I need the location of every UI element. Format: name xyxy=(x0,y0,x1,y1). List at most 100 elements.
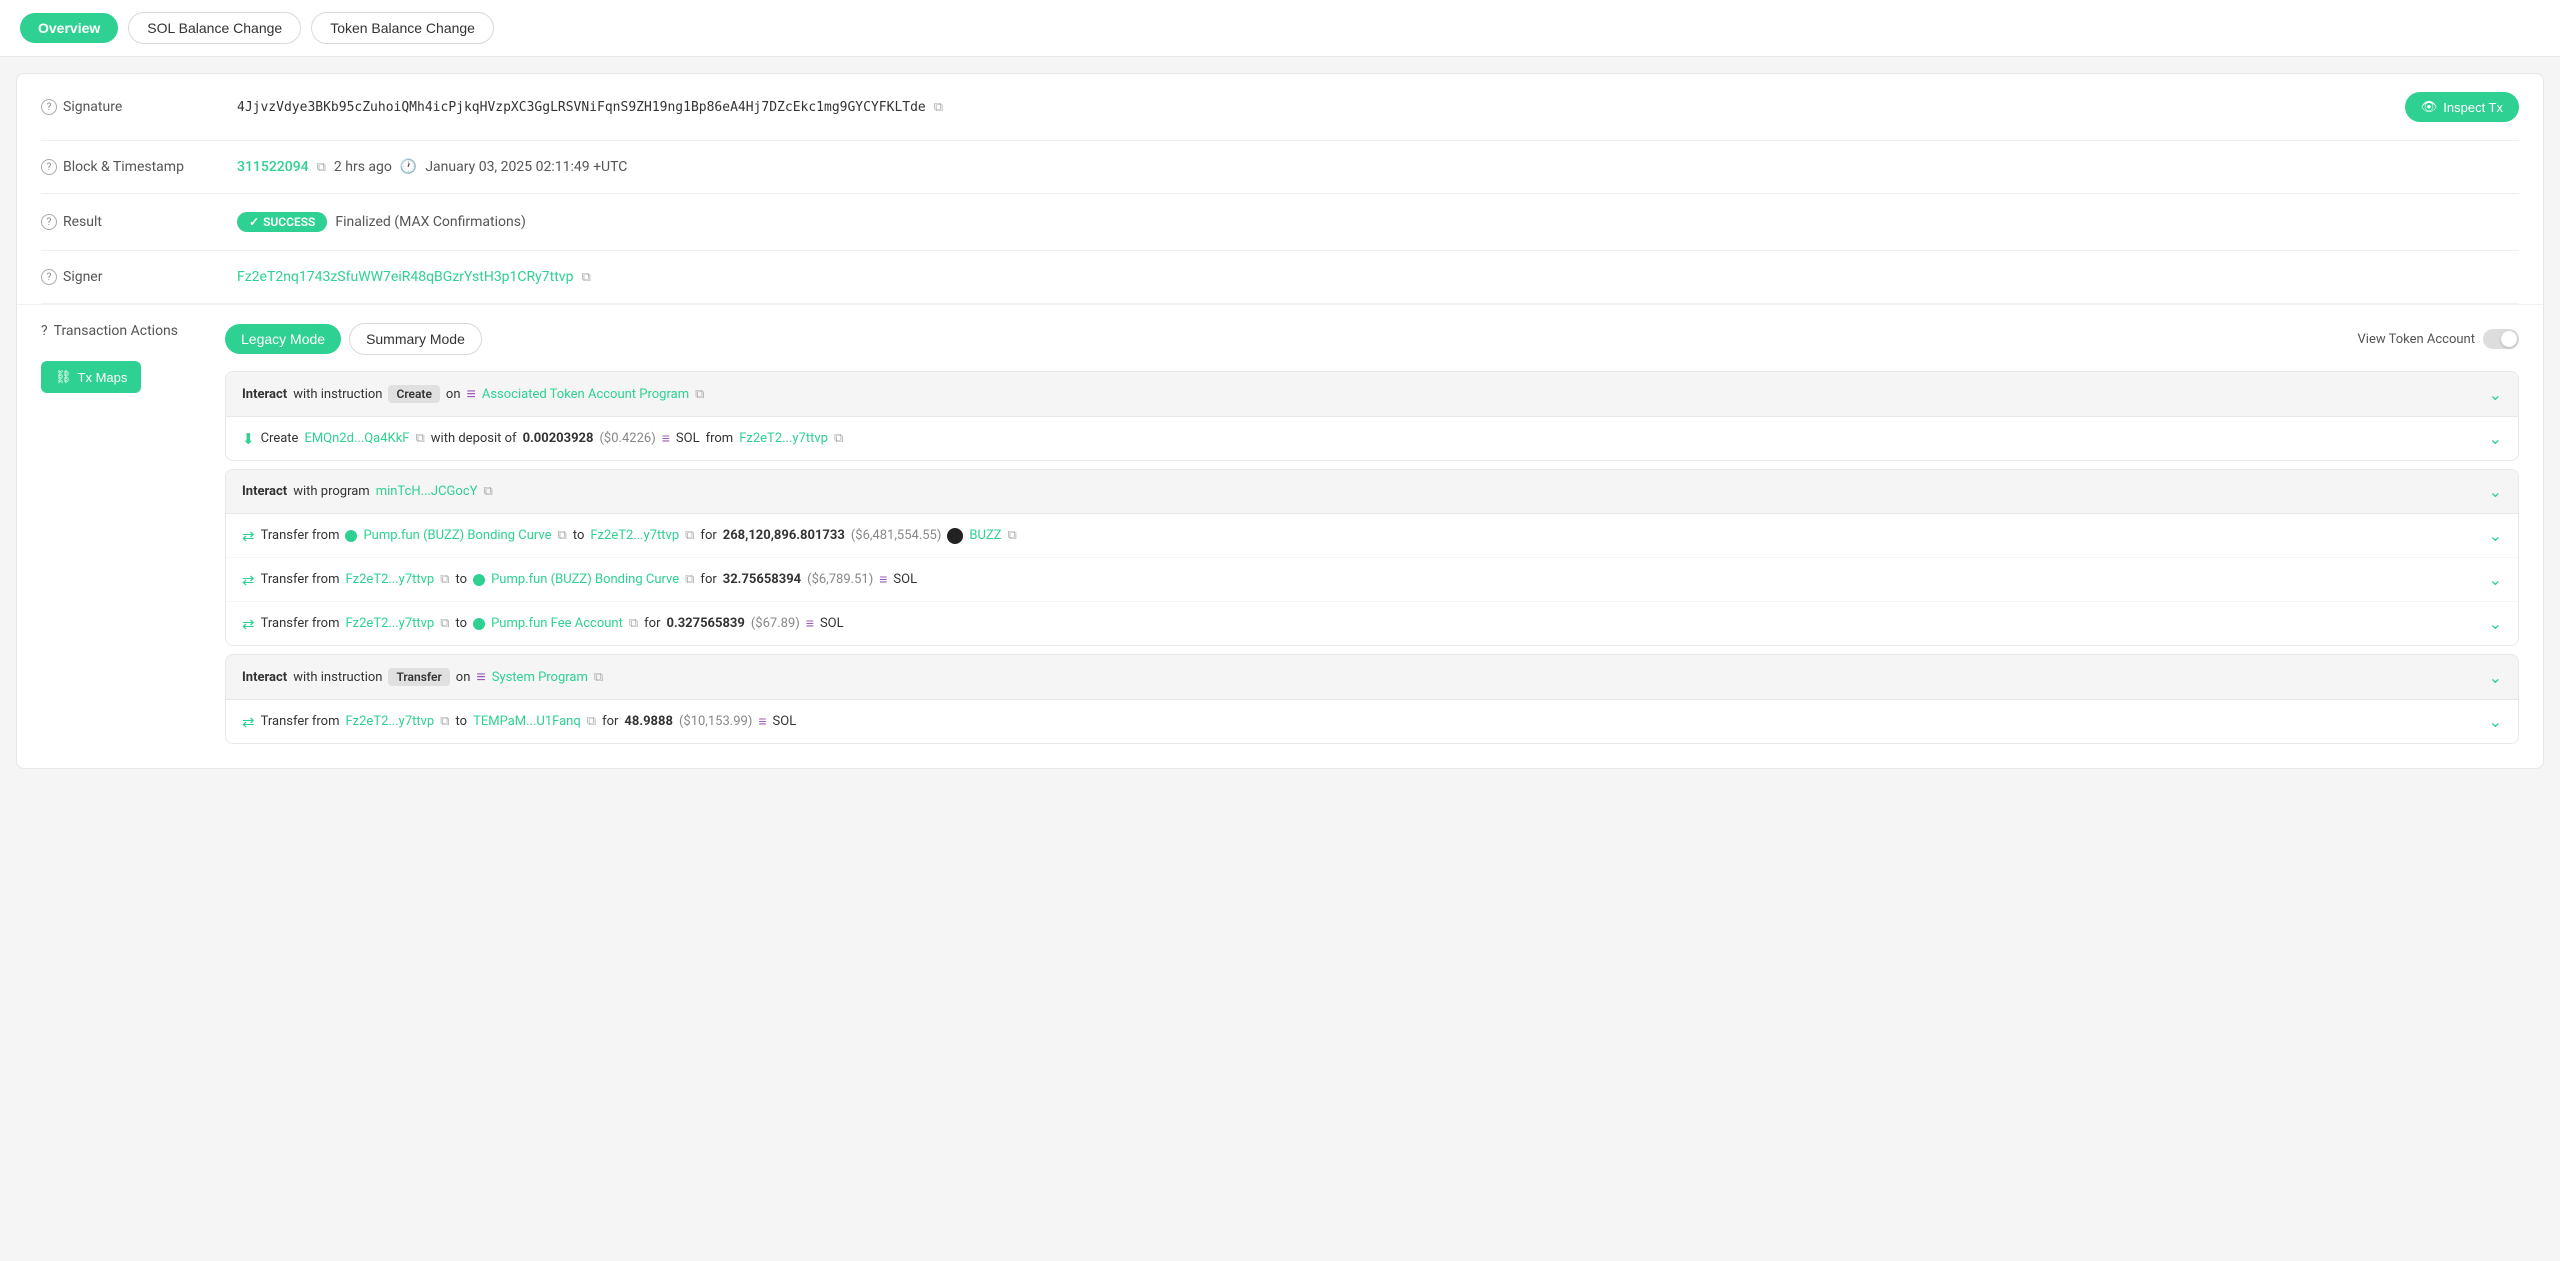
instruction-block-3: Interact with instruction Transfer on ≡ … xyxy=(225,654,2519,744)
success-badge: ✓ SUCCESS xyxy=(237,212,327,232)
block-copy-icon[interactable]: ⧉ xyxy=(317,160,326,175)
summary-mode-button[interactable]: Summary Mode xyxy=(349,323,482,355)
copy-fz2et2-1[interactable]: ⧉ xyxy=(834,431,843,446)
program-copy-1[interactable]: ⧉ xyxy=(695,387,704,402)
with-instruction-text-1: with instruction xyxy=(293,387,382,402)
fz2et2-link-4[interactable]: Fz2eT2...y7ttvp xyxy=(345,616,434,631)
chevron-row-2-3[interactable]: ⌄ xyxy=(2489,614,2502,633)
lines-icon-3: ≡ xyxy=(476,667,485,687)
fz2et2-copy-3[interactable]: ⧉ xyxy=(440,572,449,587)
result-value: ✓ SUCCESS Finalized (MAX Confirmations) xyxy=(237,212,2519,232)
clock-icon: 🕐 xyxy=(400,159,417,175)
chevron-row-3-1[interactable]: ⌄ xyxy=(2489,712,2502,731)
pump-fee-link[interactable]: Pump.fun Fee Account xyxy=(491,616,623,631)
token-balance-tab[interactable]: Token Balance Change xyxy=(311,12,494,44)
chevron-2[interactable]: ⌄ xyxy=(2489,482,2502,501)
instruction-block-2: Interact with program minTcH...JCGocY ⧉ … xyxy=(225,469,2519,646)
fz2et2-link-1[interactable]: Fz2eT2...y7ttvp xyxy=(739,431,828,446)
instruction-row-2-2: ⇄ Transfer from Fz2eT2...y7ttvp ⧉ to Pum… xyxy=(226,558,2518,602)
signer-address-link[interactable]: Fz2eT2nq1743zSfuWW7eiR48qBGzrYstH3p1CRy7… xyxy=(237,269,573,285)
tempa-link[interactable]: TEMPaM...U1Fanq xyxy=(473,714,581,729)
instruction-row-3-1: ⇄ Transfer from Fz2eT2...y7ttvp ⧉ to TEM… xyxy=(226,700,2518,743)
tempa-usd: ($10,153.99) xyxy=(679,714,752,729)
datetime: January 03, 2025 02:11:49 +UTC xyxy=(425,159,627,175)
signer-label: ? Signer xyxy=(41,269,221,285)
buzz-token-link[interactable]: BUZZ xyxy=(969,528,1001,543)
mintch-link[interactable]: minTcH...JCGocY xyxy=(376,484,478,499)
view-token-container: View Token Account xyxy=(2358,329,2519,349)
chevron-row-2-1[interactable]: ⌄ xyxy=(2489,526,2502,545)
fz2et2-link-5[interactable]: Fz2eT2...y7ttvp xyxy=(345,714,434,729)
legacy-mode-button[interactable]: Legacy Mode xyxy=(225,324,341,354)
instruction-block-1: Interact with instruction Create on ≡ As… xyxy=(225,371,2519,461)
transfer-icon-2-1: ⇄ xyxy=(242,527,255,545)
sol-usd-2: ($6,789.51) xyxy=(807,572,873,587)
inspect-tx-button[interactable]: 👁 Inspect Tx xyxy=(2405,92,2519,122)
with-instruction-text-3: with instruction xyxy=(293,670,382,685)
pump-copy-2[interactable]: ⧉ xyxy=(685,572,694,587)
block-number-link[interactable]: 311522094 xyxy=(237,159,309,175)
buzz-icon-1 xyxy=(947,528,963,544)
result-help-icon: ? xyxy=(41,214,57,230)
fz2et2-copy-4[interactable]: ⧉ xyxy=(440,616,449,631)
signature-value: 4JjvzVdye3BKb95cZuhoiQMh4icPjkqHVzpXC3Gg… xyxy=(237,100,2389,115)
create-badge: Create xyxy=(388,385,439,403)
instruction-header-2: Interact with program minTcH...JCGocY ⧉ … xyxy=(226,470,2518,514)
fee-amount: 0.327565839 xyxy=(666,616,744,631)
transfer-icon-3-1: ⇄ xyxy=(242,713,255,731)
fz2et2-link-3[interactable]: Fz2eT2...y7ttvp xyxy=(345,572,434,587)
fee-usd: ($67.89) xyxy=(751,616,800,631)
block-help-icon: ? xyxy=(41,159,57,175)
chevron-1[interactable]: ⌄ xyxy=(2489,385,2502,404)
associated-token-program-link[interactable]: Associated Token Account Program xyxy=(482,387,689,402)
with-program-text: with program xyxy=(293,484,369,499)
system-program-link[interactable]: System Program xyxy=(492,670,588,685)
tempa-copy[interactable]: ⧉ xyxy=(587,714,596,729)
lines-icon-1: ≡ xyxy=(467,384,476,404)
chevron-3[interactable]: ⌄ xyxy=(2489,668,2502,687)
signature-label: ? Signature xyxy=(41,99,221,115)
pump-fee-copy[interactable]: ⧉ xyxy=(629,616,638,631)
tx-actions-help-icon: ? xyxy=(41,323,48,339)
instruction-header-3: Interact with instruction Transfer on ≡ … xyxy=(226,655,2518,700)
fz2et2-copy-2[interactable]: ⧉ xyxy=(685,528,694,543)
buzz-copy[interactable]: ⧉ xyxy=(1008,528,1017,543)
sol-icon-4: ≡ xyxy=(758,713,766,730)
pump-fun-bonding-link-2[interactable]: Pump.fun (BUZZ) Bonding Curve xyxy=(491,572,679,587)
chevron-row-2-2[interactable]: ⌄ xyxy=(2489,570,2502,589)
fz2et2-copy-5[interactable]: ⧉ xyxy=(440,714,449,729)
pump-copy-1[interactable]: ⧉ xyxy=(558,528,567,543)
mintch-copy[interactable]: ⧉ xyxy=(483,484,492,499)
top-bar: Overview SOL Balance Change Token Balanc… xyxy=(0,0,2560,57)
on-text-3: on xyxy=(456,670,471,685)
emqn-link[interactable]: EMQn2d...Qa4KkF xyxy=(304,431,409,446)
green-dot-2 xyxy=(473,574,485,586)
chevron-row-1[interactable]: ⌄ xyxy=(2489,429,2502,448)
instruction-row-2-1: ⇄ Transfer from Pump.fun (BUZZ) Bonding … xyxy=(226,514,2518,558)
overview-tab[interactable]: Overview xyxy=(20,13,118,43)
interact-bold-1: Interact xyxy=(242,387,287,402)
copy-emqn[interactable]: ⧉ xyxy=(415,431,424,446)
fz2et2-link-2[interactable]: Fz2eT2...y7ttvp xyxy=(590,528,679,543)
eye-icon: 👁 xyxy=(2421,99,2438,115)
instruction-header-1: Interact with instruction Create on ≡ As… xyxy=(226,372,2518,417)
sol-balance-tab[interactable]: SOL Balance Change xyxy=(128,12,301,44)
signer-help-icon: ? xyxy=(41,269,57,285)
system-program-copy[interactable]: ⧉ xyxy=(594,670,603,685)
view-token-toggle[interactable] xyxy=(2483,329,2519,349)
view-token-text: View Token Account xyxy=(2358,332,2475,347)
tx-maps-button[interactable]: ⛓ Tx Maps xyxy=(41,361,141,393)
signature-copy-icon[interactable]: ⧉ xyxy=(934,100,943,115)
download-icon-1: ⬇ xyxy=(242,430,255,448)
instruction-row-1-1: ⬇ Create EMQn2d...Qa4KkF ⧉ with deposit … xyxy=(226,417,2518,460)
result-label: ? Result xyxy=(41,214,221,230)
interact-bold-2: Interact xyxy=(242,484,287,499)
green-dot-3 xyxy=(473,618,485,630)
signer-copy-icon[interactable]: ⧉ xyxy=(581,270,590,285)
on-text-1: on xyxy=(446,387,461,402)
check-icon: ✓ xyxy=(249,215,259,229)
signature-help-icon: ? xyxy=(41,99,57,115)
instruction-row-2-3: ⇄ Transfer from Fz2eT2...y7ttvp ⧉ to Pum… xyxy=(226,602,2518,645)
pump-fun-bonding-link-1[interactable]: Pump.fun (BUZZ) Bonding Curve xyxy=(363,528,551,543)
sol-icon-1: ≡ xyxy=(662,430,670,447)
